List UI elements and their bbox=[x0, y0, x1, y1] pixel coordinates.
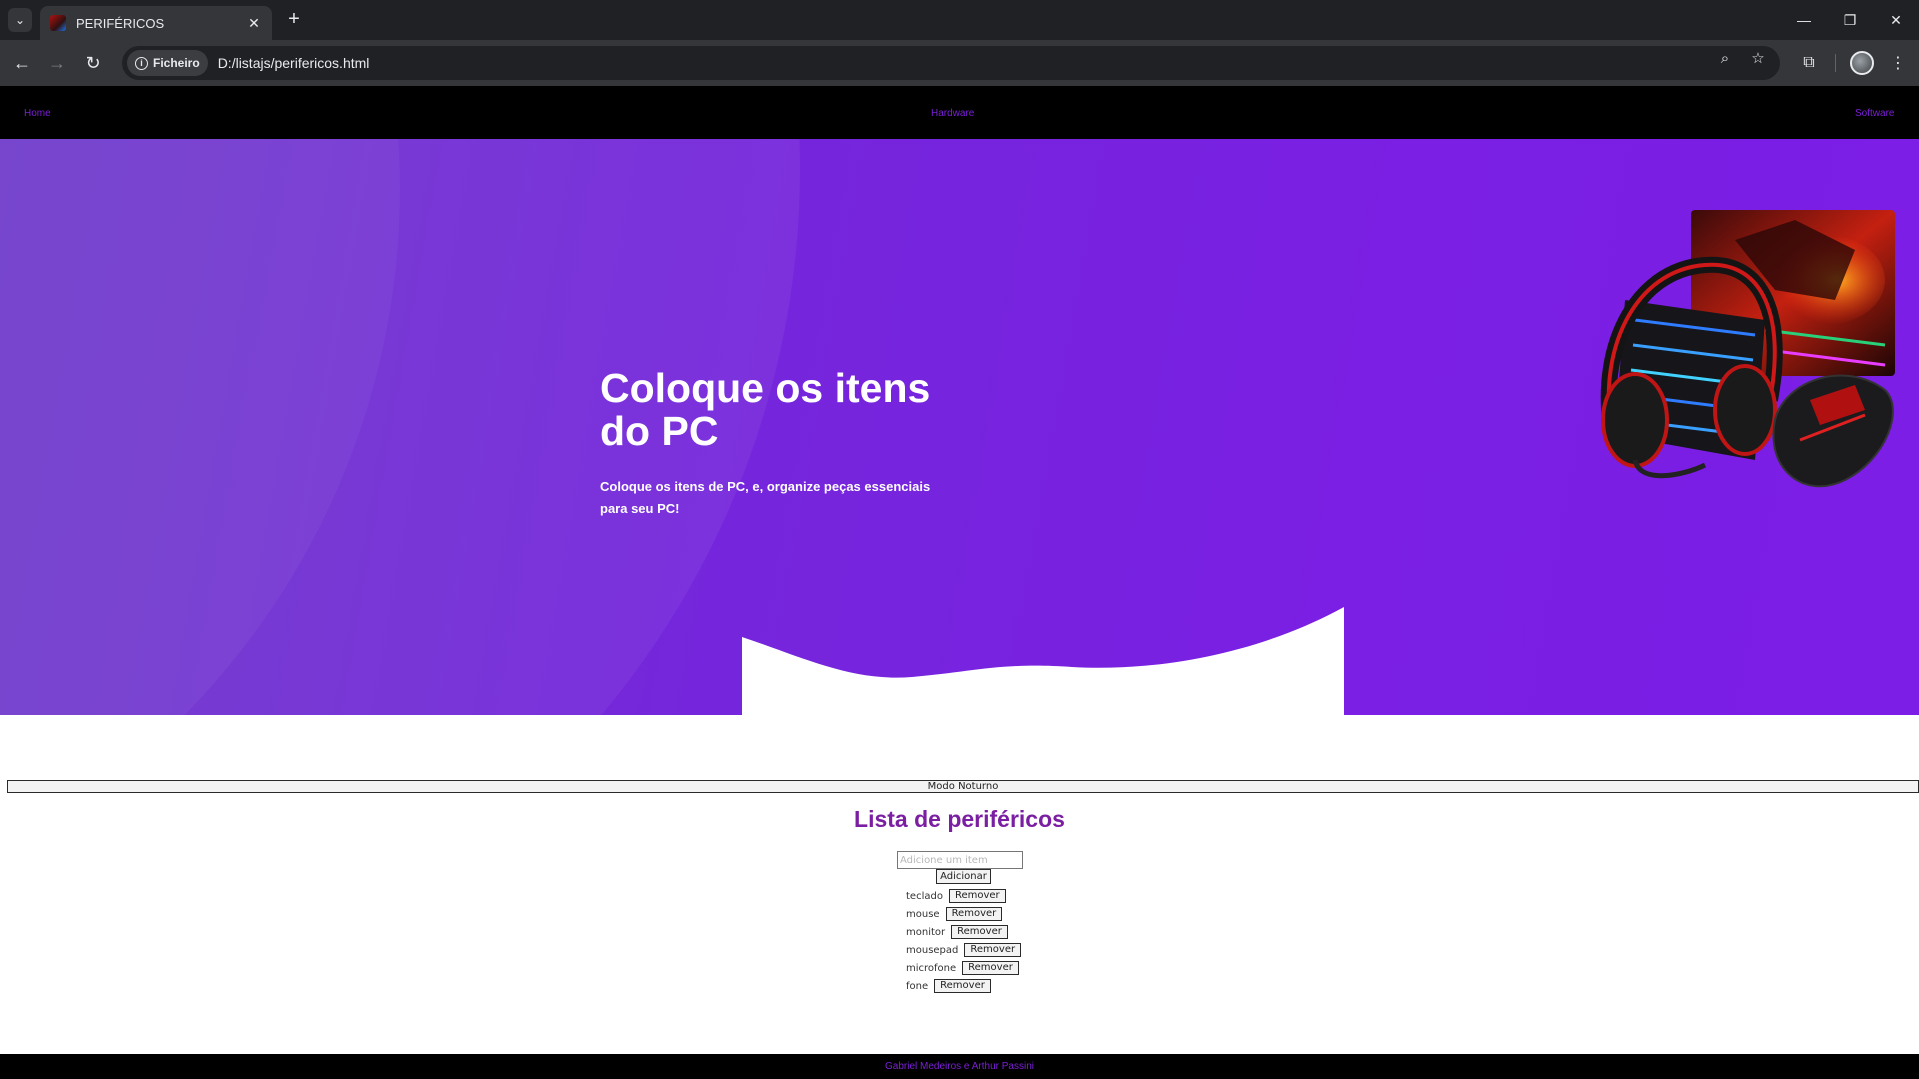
list-item: teclado Remover bbox=[906, 887, 1021, 905]
add-item-input[interactable] bbox=[897, 851, 1023, 869]
minimize-icon[interactable]: — bbox=[1781, 0, 1827, 40]
address-bar[interactable]: i Ficheiro D:/listajs/perifericos.html bbox=[122, 46, 1780, 80]
site-navbar: Home Hardware Software bbox=[0, 86, 1919, 139]
profile-avatar[interactable] bbox=[1850, 51, 1874, 75]
info-icon: i bbox=[135, 56, 148, 70]
peripherals-list: teclado Remover mouse Remover monitor Re… bbox=[906, 887, 1022, 995]
remove-button[interactable]: Remover bbox=[945, 907, 1003, 921]
kebab-menu-icon[interactable]: ⋮ bbox=[1885, 50, 1911, 76]
list-item: fone Remover bbox=[906, 977, 1021, 995]
tab-search-chevron-icon[interactable]: ⌄ bbox=[8, 8, 32, 32]
remove-button[interactable]: Remover bbox=[962, 961, 1019, 975]
remove-button[interactable]: Remover bbox=[951, 925, 1008, 939]
list-item: microfone Remover bbox=[906, 959, 1021, 977]
hero-section: Coloque os itens do PC Coloque os itens … bbox=[0, 139, 1919, 715]
browser-tab[interactable]: PERIFÉRICOS ✕ bbox=[40, 6, 272, 40]
nav-link-software[interactable]: Software bbox=[1855, 108, 1894, 119]
list-item-label: mousepad bbox=[906, 944, 959, 956]
back-arrow-icon[interactable]: ← bbox=[8, 49, 36, 77]
browser-toolbar: ← → ↻ i Ficheiro D:/listajs/perifericos.… bbox=[0, 40, 1919, 86]
extensions-puzzle-icon[interactable]: ⧉ bbox=[1796, 50, 1822, 76]
restore-icon[interactable]: ❐ bbox=[1827, 0, 1873, 40]
add-item-button[interactable]: Adicionar bbox=[936, 869, 991, 884]
list-item: monitor Remover bbox=[906, 923, 1021, 941]
list-item-label: monitor bbox=[906, 926, 946, 938]
reload-icon[interactable]: ↻ bbox=[79, 49, 107, 77]
remove-button[interactable]: Remover bbox=[948, 889, 1006, 903]
browser-tab-strip: ⌄ PERIFÉRICOS ✕ + — ❐ ✕ bbox=[0, 0, 1919, 40]
list-item: mousepad Remover bbox=[906, 941, 1022, 959]
new-tab-plus-icon[interactable]: + bbox=[282, 8, 306, 32]
list-item-label: mouse bbox=[906, 908, 940, 920]
list-title: Lista de periféricos bbox=[854, 806, 1065, 832]
remove-button[interactable]: Remover bbox=[964, 943, 1022, 957]
bookmark-star-icon[interactable]: ☆ bbox=[1747, 47, 1769, 69]
list-item-label: fone bbox=[906, 980, 929, 992]
zoom-icon[interactable]: ⌕ bbox=[1714, 47, 1736, 69]
nav-link-home[interactable]: Home bbox=[24, 108, 51, 119]
tab-favicon-icon bbox=[50, 15, 66, 31]
site-info-label: Ficheiro bbox=[153, 56, 200, 70]
remove-button[interactable]: Remover bbox=[934, 979, 991, 993]
night-mode-button[interactable]: Modo Noturno bbox=[7, 780, 1919, 793]
toolbar-divider bbox=[1835, 54, 1836, 72]
nav-link-hardware[interactable]: Hardware bbox=[931, 108, 974, 119]
tab-close-icon[interactable]: ✕ bbox=[242, 15, 266, 32]
hero-title: Coloque os itens do PC bbox=[600, 365, 931, 454]
hero-wave-shape bbox=[742, 607, 1344, 715]
url-text[interactable]: D:/listajs/perifericos.html bbox=[218, 55, 370, 71]
footer-credits: Gabriel Medeiros e Arthur Passini bbox=[885, 1061, 1034, 1072]
list-item-label: teclado bbox=[906, 890, 943, 902]
site-footer: Gabriel Medeiros e Arthur Passini bbox=[0, 1054, 1919, 1079]
site-info-chip[interactable]: i Ficheiro bbox=[127, 50, 208, 76]
peripherals-product-image bbox=[1600, 210, 1895, 488]
hero-subtitle: Coloque os itens de PC, e, organize peça… bbox=[600, 479, 931, 516]
close-window-icon[interactable]: ✕ bbox=[1873, 0, 1919, 40]
web-page: Home Hardware Software Coloque os itens … bbox=[0, 86, 1919, 1079]
tab-title: PERIFÉRICOS bbox=[76, 15, 165, 31]
list-item: mouse Remover bbox=[906, 905, 1021, 923]
forward-arrow-icon[interactable]: → bbox=[43, 49, 71, 77]
list-item-label: microfone bbox=[906, 962, 957, 974]
